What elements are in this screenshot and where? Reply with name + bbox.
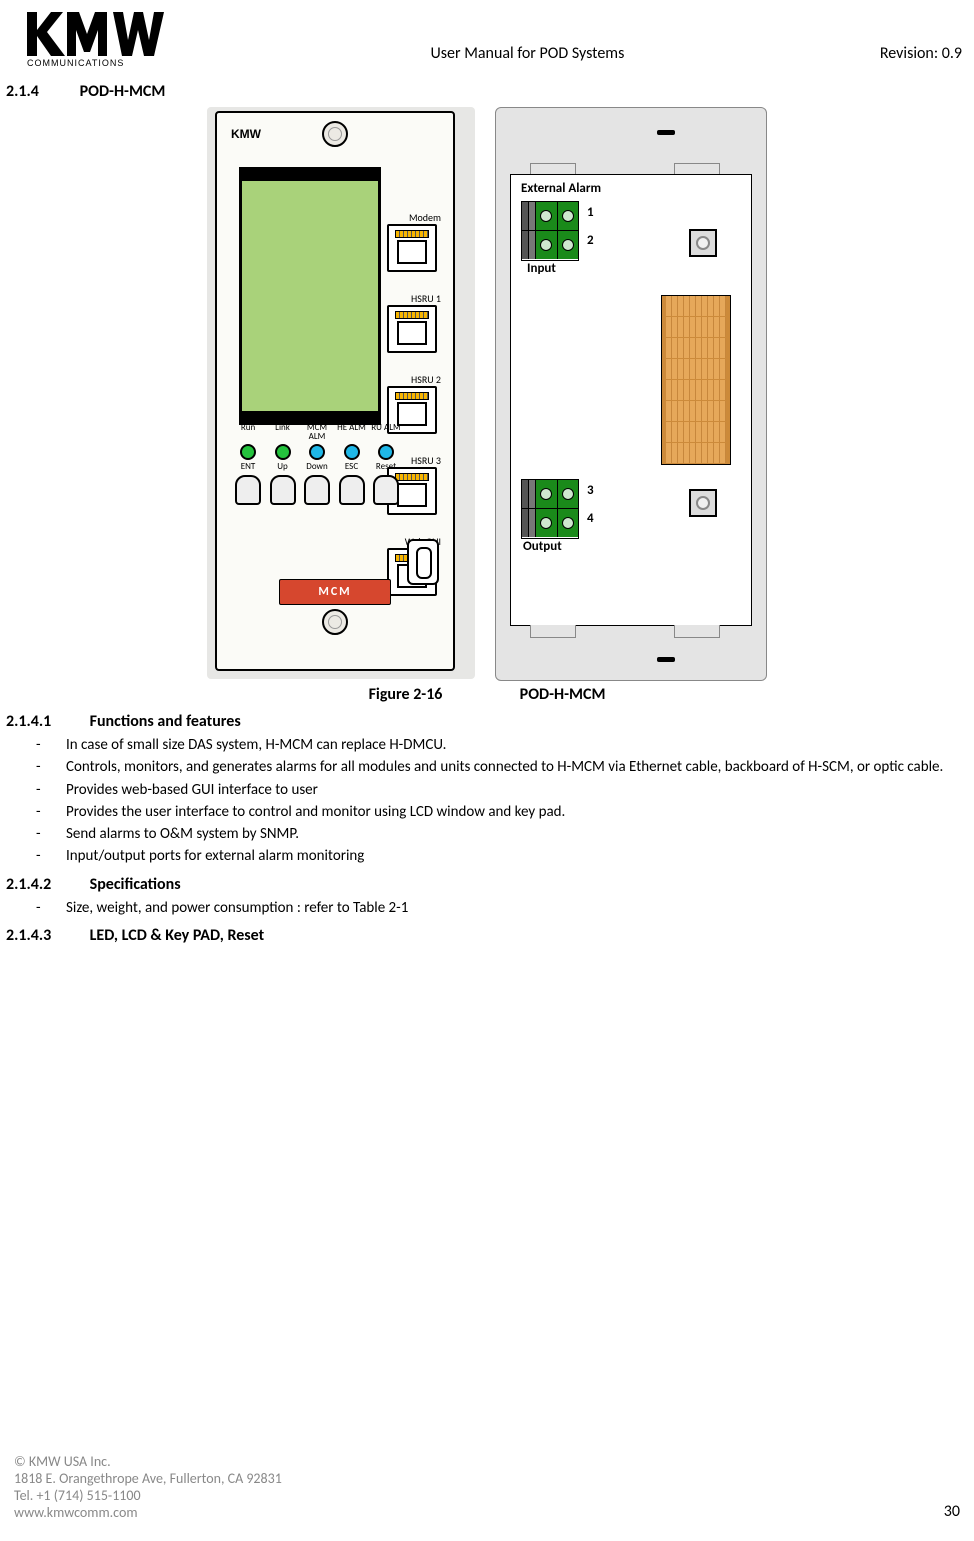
document-title: User Manual for POD Systems bbox=[431, 44, 625, 63]
keycap-icon bbox=[270, 475, 296, 505]
bullet-list: In case of small size DAS system, H-MCM … bbox=[6, 735, 968, 867]
port-hsru1: HSRU 1 bbox=[387, 292, 443, 353]
list-item: Send alarms to O&M system by SNMP. bbox=[6, 824, 968, 844]
led-label: HE ALM bbox=[337, 423, 367, 442]
pin-number: 1 bbox=[587, 205, 594, 220]
backplane-connector-icon bbox=[661, 295, 731, 465]
subsection-title: Specifications bbox=[90, 875, 181, 894]
subsection-number: 2.1.4.1 bbox=[6, 712, 86, 731]
list-item: Provides web-based GUI interface to user bbox=[6, 780, 968, 800]
keycap-icon bbox=[339, 475, 365, 505]
keycap-icon bbox=[235, 475, 261, 505]
pin-number: 3 bbox=[587, 483, 594, 498]
key-label: Reset bbox=[371, 462, 401, 471]
subsection-number: 2.1.4.3 bbox=[6, 926, 86, 945]
list-item: Size, weight, and power consumption : re… bbox=[6, 898, 968, 918]
screw-icon bbox=[322, 121, 348, 147]
device-front-illustration: KMW Modem HSRU 1 HSRU 2 bbox=[207, 107, 475, 679]
led-icon bbox=[344, 444, 360, 460]
hex-screw-icon bbox=[689, 229, 717, 257]
keycap-icon bbox=[373, 475, 399, 505]
led-label: RU ALM bbox=[371, 423, 401, 442]
logo: COMMUNICATIONS bbox=[25, 4, 175, 70]
key-label: ESC bbox=[337, 462, 367, 471]
figure-title: POD-H-MCM bbox=[520, 685, 606, 704]
list-item: Input/output ports for external alarm mo… bbox=[6, 846, 968, 866]
led-icon bbox=[275, 444, 291, 460]
screw-icon bbox=[322, 609, 348, 635]
footer-copyright: © KMW USA Inc. bbox=[14, 1453, 282, 1470]
led-label: Link bbox=[268, 423, 298, 442]
device-rear-illustration: External Alarm 1 2 Input bbox=[495, 107, 767, 681]
subsection-title: LED, LCD & Key PAD, Reset bbox=[90, 926, 265, 945]
subsection-number: 2.1.4.2 bbox=[6, 875, 86, 894]
terminal-block-input bbox=[521, 201, 579, 261]
slot-icon bbox=[657, 657, 675, 662]
pin-number: 4 bbox=[587, 511, 594, 526]
device-brand-label: KMW bbox=[231, 127, 261, 141]
key-label: ENT bbox=[233, 462, 263, 471]
module-label: MCM bbox=[279, 579, 391, 605]
hex-screw-icon bbox=[689, 489, 717, 517]
led-icon bbox=[309, 444, 325, 460]
key-label: Down bbox=[302, 462, 332, 471]
section-title: POD-H-MCM bbox=[80, 82, 166, 101]
page-header: COMMUNICATIONS User Manual for POD Syste… bbox=[0, 0, 974, 74]
led-label: MCM ALM bbox=[302, 423, 332, 442]
port-label: HSRU 2 bbox=[387, 373, 443, 386]
bullet-list: Size, weight, and power consumption : re… bbox=[6, 898, 968, 918]
footer-address: 1818 E. Orangethrope Ave, Fullerton, CA … bbox=[14, 1470, 282, 1487]
pin-number: 2 bbox=[587, 233, 594, 248]
terminal-block-output bbox=[521, 479, 579, 539]
page-number: 30 bbox=[944, 1502, 960, 1521]
figure-row: KMW Modem HSRU 1 HSRU 2 bbox=[6, 107, 968, 681]
led-icon bbox=[378, 444, 394, 460]
list-item: Controls, monitors, and generates alarms… bbox=[6, 757, 968, 777]
subsection-heading: 2.1.4.3 LED, LCD & Key PAD, Reset bbox=[6, 926, 968, 945]
port-modem: Modem bbox=[387, 211, 443, 272]
external-alarm-label: External Alarm bbox=[521, 181, 601, 196]
figure-label: Figure 2-16 bbox=[369, 685, 443, 704]
rj45-icon bbox=[387, 224, 437, 272]
output-label: Output bbox=[523, 539, 562, 554]
keycap-icon bbox=[304, 475, 330, 505]
document-revision: Revision: 0.9 bbox=[880, 44, 962, 63]
section-heading: 2.1.4 POD-H-MCM bbox=[6, 74, 968, 101]
subsection-heading: 2.1.4.1 Functions and features bbox=[6, 712, 968, 731]
slot-icon bbox=[657, 130, 675, 135]
led-keypad-block: Run Link MCM ALM HE ALM RU ALM bbox=[233, 423, 401, 505]
port-label: Modem bbox=[387, 211, 443, 224]
rj45-icon bbox=[387, 305, 437, 353]
subsection-heading: 2.1.4.2 Specifications bbox=[6, 875, 968, 894]
kmw-logo-icon: COMMUNICATIONS bbox=[25, 4, 175, 70]
footer-tel: Tel. +1 (714) 515-1100 bbox=[14, 1487, 282, 1504]
led-label: Run bbox=[233, 423, 263, 442]
lcd-screen bbox=[239, 167, 381, 425]
list-item: Provides the user interface to control a… bbox=[6, 802, 968, 822]
footer-web: www.kmwcomm.com bbox=[14, 1504, 282, 1521]
switch-icon bbox=[407, 539, 439, 585]
subsection-title: Functions and features bbox=[90, 712, 241, 731]
page-footer: © KMW USA Inc. 1818 E. Orangethrope Ave,… bbox=[14, 1453, 960, 1521]
section-number: 2.1.4 bbox=[6, 82, 76, 101]
logo-subtext: COMMUNICATIONS bbox=[27, 58, 124, 68]
input-label: Input bbox=[527, 261, 556, 276]
figure-caption: Figure 2-16 POD-H-MCM bbox=[6, 685, 968, 704]
port-label: HSRU 1 bbox=[387, 292, 443, 305]
led-icon bbox=[240, 444, 256, 460]
list-item: In case of small size DAS system, H-MCM … bbox=[6, 735, 968, 755]
key-label: Up bbox=[268, 462, 298, 471]
